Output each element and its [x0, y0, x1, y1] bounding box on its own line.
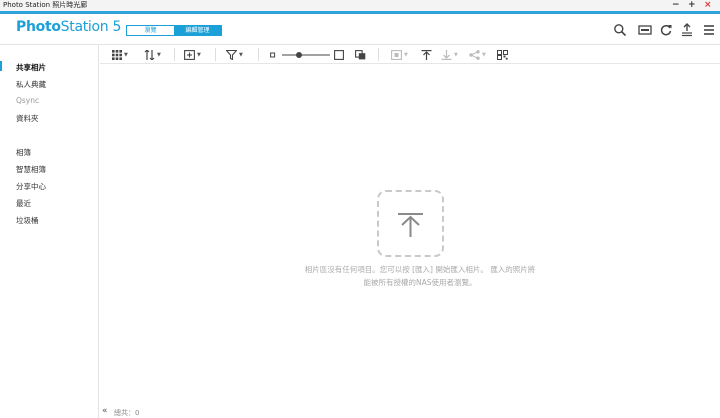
empty-state-line2: 能被所有授權的NAS使用者瀏覽。	[363, 278, 477, 287]
sidebar-item-smart-albums[interactable]: 智慧相簿	[16, 164, 46, 175]
maximize-button[interactable]: +	[688, 0, 696, 10]
minimize-button[interactable]: −	[672, 0, 680, 10]
sidebar-item-trash[interactable]: 垃圾桶	[16, 215, 39, 226]
zoom-small-icon[interactable]	[270, 49, 276, 60]
share-icon[interactable]: ▼	[469, 49, 486, 60]
toolbar-divider	[174, 48, 175, 61]
empty-state-message: 相片區沒有任何項目。您可以按 [匯入] 開始匯入相片。 匯入的照片將 能被所有授…	[260, 263, 580, 289]
sidebar-item-shared-photos[interactable]: 共享相片	[16, 62, 46, 73]
app-logo: PhotoStation 5	[16, 19, 121, 35]
upload-arrow-icon	[398, 213, 423, 237]
filter-icon[interactable]: ▼	[226, 49, 243, 60]
sidebar-item-private-collection[interactable]: 私人典藏	[16, 79, 46, 90]
toolbar: ▼ ▼ ▼ ▼ ▼ ▼ ▼	[100, 45, 720, 64]
app-header: PhotoStation 5 瀏覽 編輯管理	[0, 14, 720, 44]
import-drop-zone[interactable]	[377, 190, 444, 257]
sort-icon[interactable]: ▼	[144, 49, 161, 60]
upload-icon[interactable]	[680, 22, 694, 37]
grid-view-icon[interactable]: ▼	[112, 49, 128, 60]
empty-state-line1: 相片區沒有任何項目。您可以按 [匯入] 開始匯入相片。 匯入的照片將	[304, 265, 536, 274]
collapse-sidebar-button[interactable]: «	[102, 406, 108, 416]
qr-icon[interactable]	[497, 49, 508, 60]
zoom-slider[interactable]	[282, 49, 330, 60]
mode-browse-tab[interactable]: 瀏覽	[127, 26, 174, 35]
menu-icon[interactable]	[702, 22, 716, 36]
toolbar-divider	[378, 48, 379, 61]
logo-bold: Photo	[16, 19, 61, 35]
slideshow-play-icon[interactable]: ▼	[391, 49, 408, 60]
sidebar-item-recent[interactable]: 最近	[16, 198, 31, 209]
sidebar-item-qsync[interactable]: Qsync	[16, 96, 39, 105]
sidebar-item-share-center[interactable]: 分享中心	[16, 181, 46, 192]
sidebar: 共享相片 私人典藏 Qsync 資料夾 相簿 智慧相簿 分享中心 最近 垃圾桶	[0, 45, 99, 418]
item-count: 總共：0	[114, 409, 140, 417]
window-title: Photo Station 照片時光廊	[3, 1, 88, 9]
upload-toolbar-icon[interactable]	[421, 49, 432, 60]
sidebar-item-folders[interactable]: 資料夾	[16, 113, 39, 124]
refresh-icon[interactable]	[659, 22, 673, 36]
mode-manage-tab[interactable]: 編輯管理	[174, 26, 221, 35]
close-button[interactable]: ×	[704, 0, 712, 10]
toolbar-divider	[258, 48, 259, 61]
select-icon[interactable]	[355, 49, 366, 60]
search-icon[interactable]	[613, 22, 627, 37]
active-indicator	[0, 61, 2, 71]
add-album-icon[interactable]: ▼	[184, 49, 201, 60]
zoom-large-icon[interactable]	[334, 49, 344, 60]
toolbar-divider	[215, 48, 216, 61]
mode-toggle: 瀏覽 編輯管理	[126, 25, 222, 36]
sidebar-item-albums[interactable]: 相簿	[16, 147, 31, 158]
slideshow-icon[interactable]	[638, 22, 652, 36]
logo-light: Station 5	[60, 19, 122, 35]
window-titlebar: Photo Station 照片時光廊 − + ×	[0, 0, 720, 11]
download-icon[interactable]: ▼	[441, 49, 458, 60]
